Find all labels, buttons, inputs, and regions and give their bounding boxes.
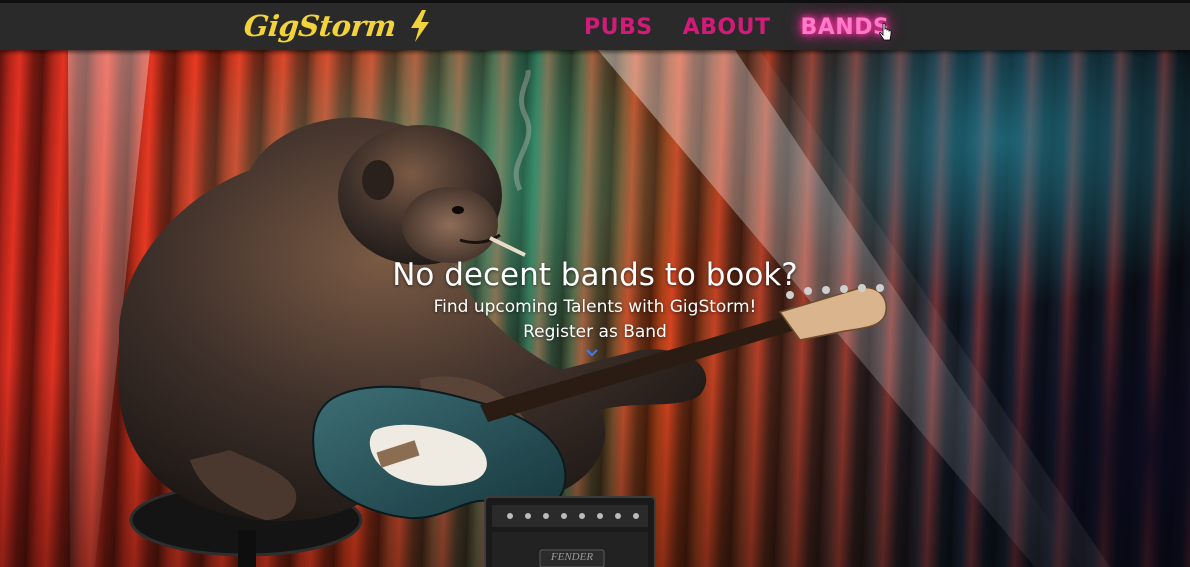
hero-text-block: No decent bands to book? Find upcoming T… [0,255,1190,345]
lightning-bolt-icon [410,10,429,42]
hero-title: No decent bands to book? [392,257,798,293]
top-navbar: GigStorm PUBS ABOUT BANDS [0,0,1190,50]
smoke [513,69,532,192]
nav-item-pubs[interactable]: PUBS [584,12,653,44]
register-band-link[interactable]: Register as Band [523,320,667,345]
nav-item-about[interactable]: ABOUT [683,12,771,44]
hero-section: FENDER No decent bands to book? Find upc… [0,50,1190,567]
hero-subtitle: Find upcoming Talents with GigStorm! [433,297,757,317]
page: GigStorm PUBS ABOUT BANDS FENDER No dece… [0,0,1190,567]
chevron-down-icon[interactable] [586,348,598,358]
logo-text: GigStorm [242,9,398,43]
mouse-pointer-icon [879,23,892,41]
nav-item-bands[interactable]: BANDS [800,12,889,44]
main-nav: PUBS ABOUT BANDS [584,12,889,44]
amp-brand-label: FENDER [550,551,594,563]
logo[interactable]: GigStorm [242,9,432,43]
